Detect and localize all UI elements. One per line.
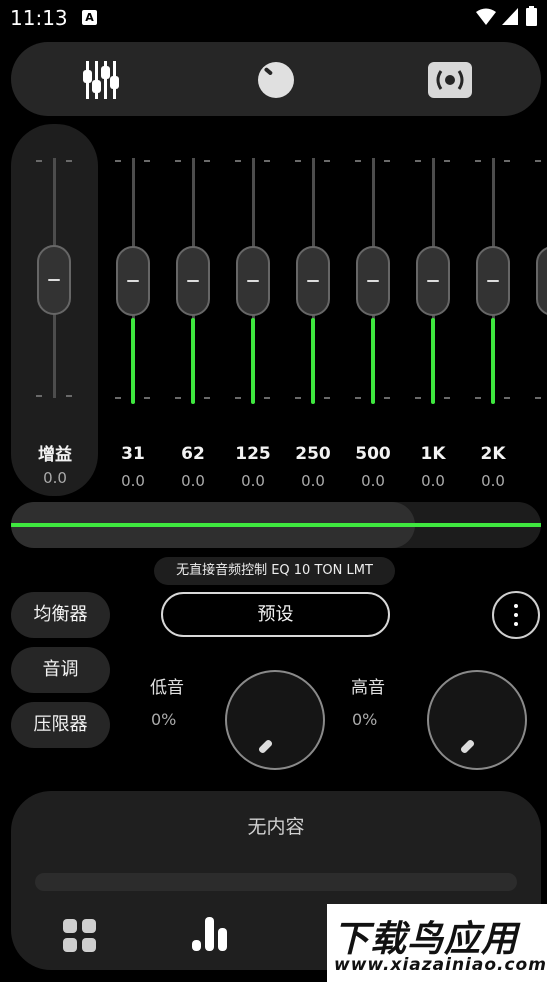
visualizer-bars-icon[interactable]	[191, 916, 231, 952]
now-playing-text: 无内容	[247, 816, 305, 838]
band-gain-value: 0.0	[181, 472, 205, 490]
band-freq-label: 62	[181, 444, 205, 464]
band-slider-thumb[interactable]	[116, 246, 150, 316]
band-gain-value: 0.0	[121, 472, 145, 490]
tab-tone[interactable]	[257, 61, 295, 99]
scrollbar-accent-line	[11, 523, 541, 527]
status-time: 11:13	[10, 6, 68, 30]
band-slider-thumb[interactable]	[296, 246, 330, 316]
apps-grid-icon[interactable]	[62, 918, 98, 954]
band-freq-label: 2K	[480, 444, 506, 464]
bass-knob[interactable]	[225, 670, 325, 770]
watermark-url: www.xiazainiao.com	[334, 955, 547, 975]
band-scrollbar[interactable]	[11, 502, 541, 548]
signal-icon	[502, 8, 518, 25]
band-slider-thumb[interactable]	[356, 246, 390, 316]
band-gain-value: 0.0	[241, 472, 265, 490]
band-gain-value: 0.0	[361, 472, 385, 490]
preset-button[interactable]: 预设	[161, 592, 390, 637]
band-freq-label: 31	[121, 444, 145, 464]
wifi-icon	[476, 8, 496, 25]
more-options-button[interactable]	[492, 591, 540, 639]
band-slider-thumb[interactable]	[176, 246, 210, 316]
band-gain-value: 0.0	[301, 472, 325, 490]
limiter-button[interactable]: 压限器	[11, 702, 110, 748]
battery-icon	[526, 6, 537, 26]
tone-button[interactable]: 音调	[11, 647, 110, 693]
device-label: 无直接音频控制 EQ 10 TON LMT	[154, 557, 395, 585]
notification-icon: A	[82, 10, 97, 25]
band-gain-value: 0.0	[421, 472, 445, 490]
knob-icon	[258, 62, 294, 98]
band-freq-label: 125	[235, 444, 271, 464]
playback-progress[interactable]	[35, 873, 517, 891]
treble-value: 0%	[352, 710, 378, 729]
treble-label: 高音	[351, 678, 385, 698]
band-slider-thumb[interactable]	[416, 246, 450, 316]
tab-surround[interactable]	[427, 61, 473, 99]
band-freq-label: 1K	[420, 444, 446, 464]
gain-label: 增益	[38, 445, 72, 465]
equalizer-button[interactable]: 均衡器	[11, 592, 110, 638]
tab-equalizer[interactable]	[82, 60, 120, 100]
gain-slider-thumb[interactable]	[37, 245, 71, 315]
gain-value: 0.0	[43, 469, 67, 487]
band-slider-thumb[interactable]	[476, 246, 510, 316]
bass-value: 0%	[151, 710, 177, 729]
band-freq-label: 250	[295, 444, 331, 464]
bass-label: 低音	[150, 678, 184, 698]
knob-indicator	[459, 738, 476, 755]
band-freq-label: 500	[355, 444, 391, 464]
band-gain-value: 0.0	[481, 472, 505, 490]
equalizer-sliders-icon	[83, 61, 119, 99]
band-slider-thumb[interactable]	[236, 246, 270, 316]
treble-knob[interactable]	[427, 670, 527, 770]
speaker-surround-icon	[428, 62, 472, 98]
knob-indicator	[257, 738, 274, 755]
